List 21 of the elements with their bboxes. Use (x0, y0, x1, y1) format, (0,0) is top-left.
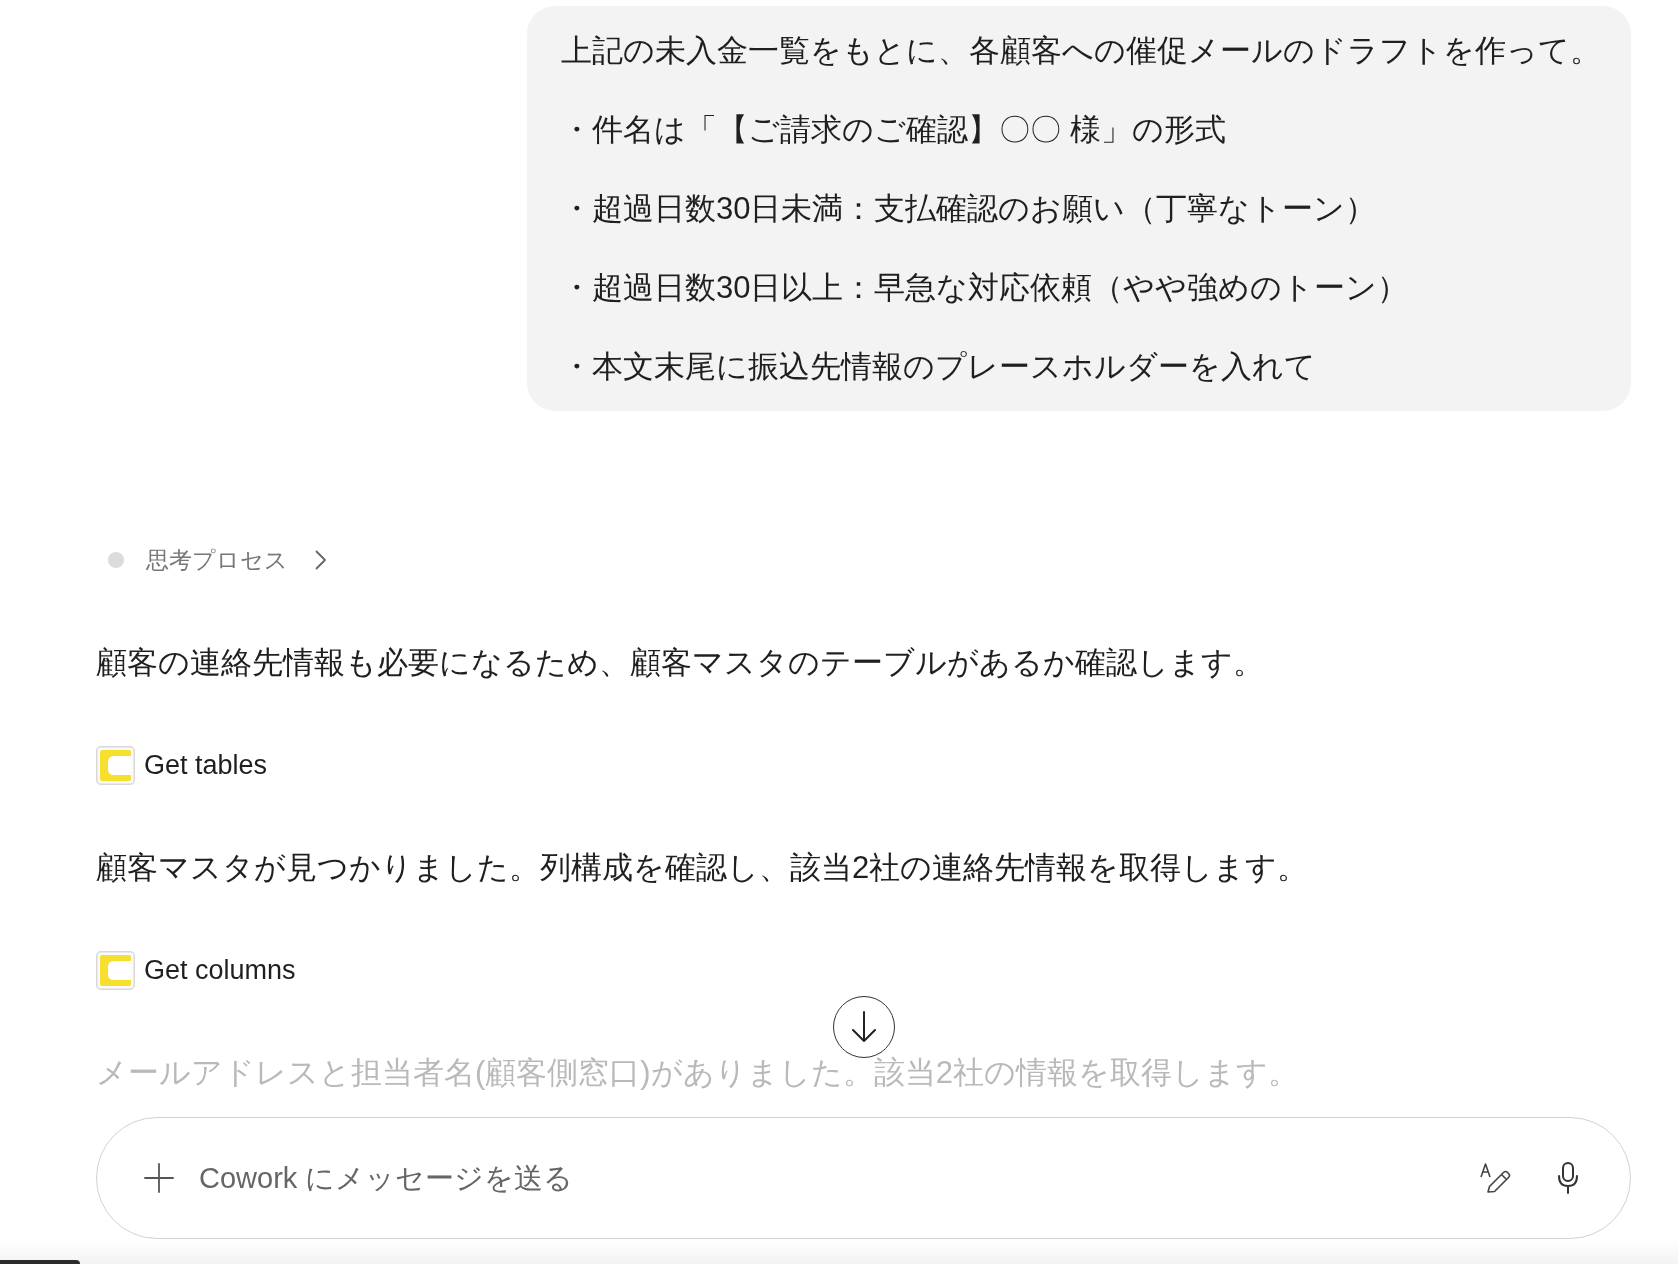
tile-icon (96, 746, 135, 785)
message-line: ・超過日数30日以上：早急な対応依頼（やや強めのトーン） (561, 269, 1410, 307)
status-dot-icon (108, 552, 124, 568)
assistant-text: メールアドレスと担当者名(顧客側窓口)がありました。該当2社の情報を取得します。 (96, 1054, 1299, 1092)
message-line: ・本文末尾に振込先情報のプレースホルダーを入れて (561, 348, 1317, 386)
tile-icon (96, 951, 135, 990)
microphone-icon[interactable] (1557, 1162, 1579, 1194)
message-input[interactable]: Cowork にメッセージを送る (199, 1156, 1479, 1200)
letter-pencil-icon[interactable] (1479, 1162, 1511, 1194)
plus-icon[interactable] (144, 1163, 174, 1193)
assistant-text: 顧客マスタが見つかりました。列構成を確認し、該当2社の連絡先情報を取得します。 (96, 849, 1309, 887)
message-line: ・超過日数30日未満：支払確認のお願い（丁寧なトーン） (561, 190, 1378, 228)
chevron-icon (315, 550, 327, 570)
tool-call-button[interactable]: Get tables (96, 746, 268, 785)
message-line: ・件名は「【ご請求のご確認】〇〇 様」の形式 (561, 111, 1227, 149)
message-line: 上記の未入金一覧をもとに、各顧客への催促メールのドラフトを作って。 (561, 32, 1601, 70)
assistant-text: 顧客の連絡先情報も必要になるため、顧客マスタのテーブルがあるか確認します。 (96, 644, 1264, 682)
thinking-toggle[interactable]: 思考プロセス (96, 540, 327, 580)
arrow-down-icon (850, 1011, 878, 1043)
composer-bar[interactable]: Cowork にメッセージを送る (96, 1117, 1631, 1239)
tool-call-button[interactable]: Get columns (96, 951, 296, 990)
